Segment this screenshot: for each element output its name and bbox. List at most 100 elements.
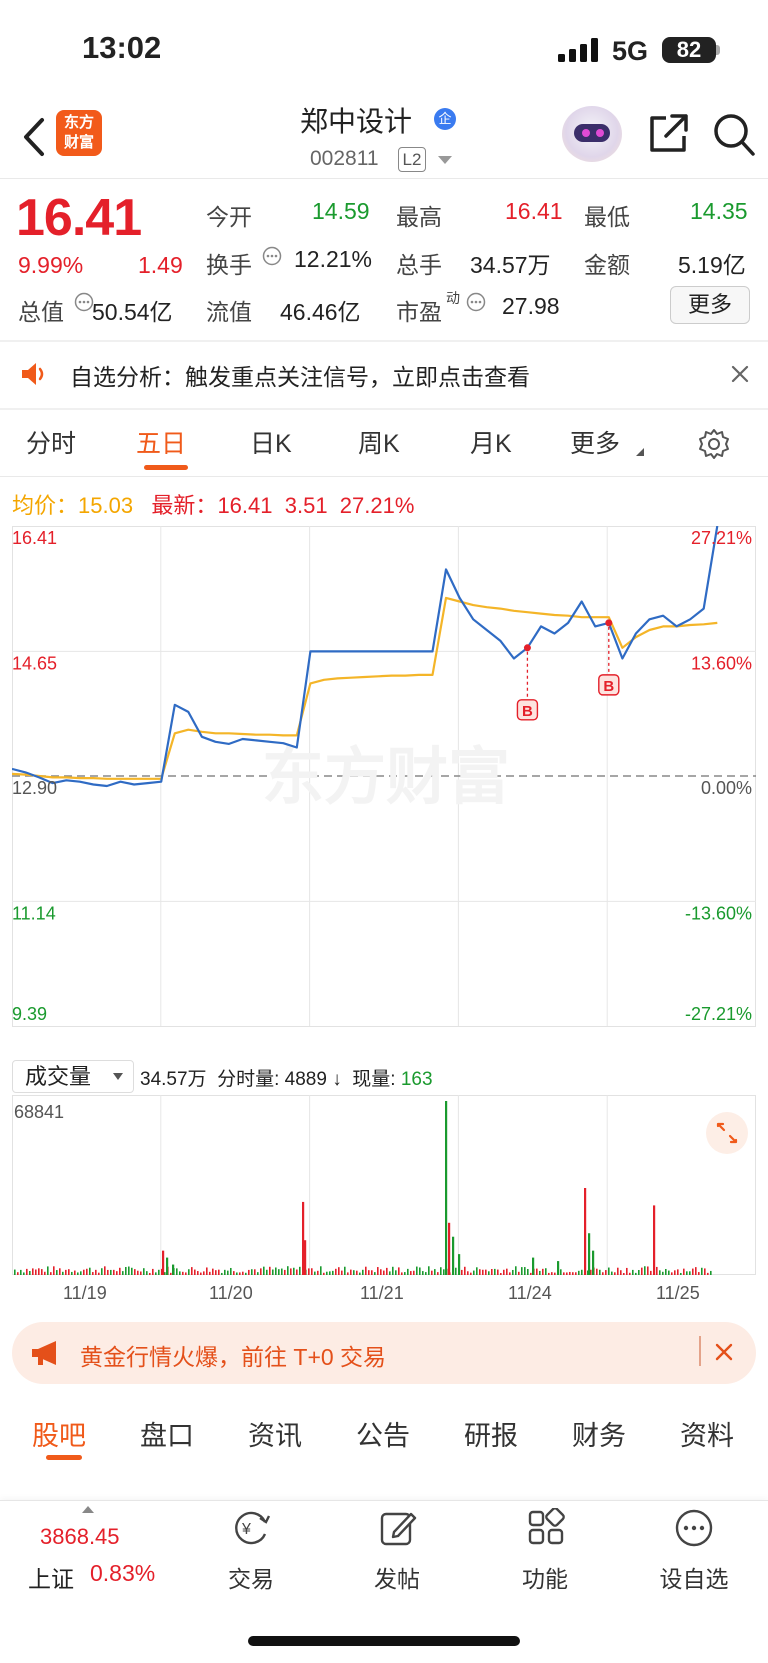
tab-monthly-k[interactable]: 月K xyxy=(470,424,512,460)
gold-banner-text[interactable]: 黄金行情火爆，前往 T+0 交易 xyxy=(80,1338,386,1372)
tab-weekly-k[interactable]: 周K xyxy=(358,424,400,460)
volume-bar xyxy=(227,1270,229,1275)
tab-pankou[interactable]: 盘口 xyxy=(140,1414,194,1453)
index-name[interactable]: 上证 xyxy=(28,1560,74,1594)
volume-bar xyxy=(704,1268,706,1275)
nav-trade-label[interactable]: 交易 xyxy=(226,1560,276,1594)
volume-label: 总手 xyxy=(396,252,442,278)
volume-bar-spike xyxy=(445,1101,448,1275)
tab-announcements[interactable]: 公告 xyxy=(356,1414,410,1453)
volume-bar xyxy=(548,1272,550,1275)
tab-guba[interactable]: 股吧 xyxy=(32,1414,86,1453)
tab-news[interactable]: 资讯 xyxy=(248,1414,302,1453)
caret-down-icon[interactable] xyxy=(438,156,452,164)
y-axis-label-right: 13.60% xyxy=(691,653,752,673)
close-icon[interactable] xyxy=(714,1342,734,1362)
volume-bar xyxy=(233,1271,235,1275)
volume-bar xyxy=(635,1272,637,1275)
volume-bar xyxy=(245,1272,247,1275)
divider xyxy=(0,178,768,179)
nav-add-watchlist-label[interactable]: 设自选 xyxy=(658,1560,730,1594)
settings-gear-icon[interactable] xyxy=(697,427,731,461)
volume-bar xyxy=(197,1271,199,1275)
volume-bar xyxy=(527,1269,529,1275)
volume-bar xyxy=(413,1270,415,1275)
tab-more[interactable]: 更多 xyxy=(570,424,620,460)
y-axis-label-right: -27.21% xyxy=(685,1004,752,1024)
volume-bar xyxy=(521,1267,523,1275)
volume-bar-spike xyxy=(162,1250,165,1275)
volume-bar xyxy=(473,1270,475,1275)
tab-finance[interactable]: 财务 xyxy=(572,1414,626,1453)
volume-bar xyxy=(62,1271,64,1275)
nav-functions-label[interactable]: 功能 xyxy=(520,1560,570,1594)
volume-bar xyxy=(569,1271,571,1275)
float-cap-value: 46.46亿 xyxy=(280,299,361,325)
buy-signal-label: B xyxy=(522,703,533,720)
functions-grid-icon[interactable] xyxy=(526,1508,566,1548)
caret-up-icon xyxy=(82,1506,94,1513)
tab-intraday[interactable]: 分时 xyxy=(26,424,76,460)
robot-eye xyxy=(596,129,604,137)
y-axis-label-left: 9.39 xyxy=(12,1004,47,1024)
enterprise-badge: 企 xyxy=(434,108,456,130)
turnover-value: 12.21% xyxy=(294,246,373,272)
volume-bar xyxy=(134,1269,136,1275)
volume-bar xyxy=(257,1272,259,1275)
alert-text[interactable]: 自选分析：触发重点关注信号，立即点击查看 xyxy=(70,358,530,392)
volume-bar xyxy=(605,1270,607,1275)
change-amount: 1.49 xyxy=(138,252,183,278)
buy-signal-dot xyxy=(523,644,531,652)
tab-profile[interactable]: 资料 xyxy=(680,1414,734,1453)
volume-bar-spike xyxy=(592,1250,595,1275)
more-quote-button[interactable]: 更多 xyxy=(670,286,750,324)
volume-bar xyxy=(470,1272,472,1275)
volume-max-label: 68841 xyxy=(14,1102,64,1122)
index-value[interactable]: 3868.45 xyxy=(40,1524,120,1550)
back-arrow-icon[interactable] xyxy=(16,112,56,162)
five-day-price-chart[interactable]: 东方财富 BB 16.41 27.21%14.65 13.60%12.90 0.00%… xyxy=(12,526,756,1058)
volume-bar xyxy=(86,1268,88,1275)
volume-bar xyxy=(353,1270,355,1275)
robot-eye xyxy=(582,129,590,137)
volume-bar xyxy=(683,1268,685,1275)
volume-bar xyxy=(215,1270,217,1275)
close-icon[interactable] xyxy=(730,364,750,384)
info-dots-icon[interactable] xyxy=(466,292,486,312)
avg-value: 15.03 xyxy=(78,493,134,518)
current-price: 16.41 xyxy=(16,189,142,247)
volume-bar xyxy=(284,1269,286,1275)
watermark-text: 东方财富 xyxy=(262,743,510,812)
active-bottom-tab-indicator xyxy=(46,1455,82,1460)
tab-daily-k[interactable]: 日K xyxy=(250,424,292,460)
nav-post-label[interactable]: 发帖 xyxy=(372,1560,422,1594)
info-dots-icon[interactable] xyxy=(74,292,94,312)
post-edit-icon[interactable] xyxy=(378,1508,418,1548)
tab-research[interactable]: 研报 xyxy=(464,1414,518,1453)
y-axis-label-left: 14.65 xyxy=(12,653,57,673)
volume-bar xyxy=(710,1270,712,1275)
level2-badge[interactable]: L2 xyxy=(398,147,426,172)
info-dots-icon[interactable] xyxy=(262,246,282,266)
volume-bar xyxy=(29,1271,31,1275)
volume-bar xyxy=(434,1269,436,1275)
share-icon[interactable] xyxy=(646,112,690,156)
volume-bar xyxy=(146,1271,148,1275)
volume-bar xyxy=(599,1269,601,1275)
trade-icon[interactable]: ¥ xyxy=(229,1508,273,1548)
tab-five-day[interactable]: 五日 xyxy=(136,424,186,460)
status-time: 13:02 xyxy=(82,30,162,65)
volume-indicator-select[interactable]: 成交量 xyxy=(12,1060,134,1093)
volume-chart[interactable]: 68841 xyxy=(12,1095,756,1279)
robot-face-icon xyxy=(574,124,610,142)
volume-select-label: 成交量 xyxy=(25,1064,92,1089)
volume-info: 34.57万 分时量: 4889 ↓ 现量: 163 xyxy=(140,1064,433,1091)
volume-bar xyxy=(359,1272,361,1275)
volume-bar xyxy=(536,1268,538,1275)
volume-bar xyxy=(467,1271,469,1275)
expand-icon[interactable] xyxy=(706,1112,748,1154)
add-watchlist-icon[interactable] xyxy=(674,1508,714,1548)
app-logo[interactable]: 东方 财富 xyxy=(56,110,102,156)
index-change-pct[interactable]: 0.83% xyxy=(90,1560,155,1587)
search-icon[interactable] xyxy=(712,112,756,158)
